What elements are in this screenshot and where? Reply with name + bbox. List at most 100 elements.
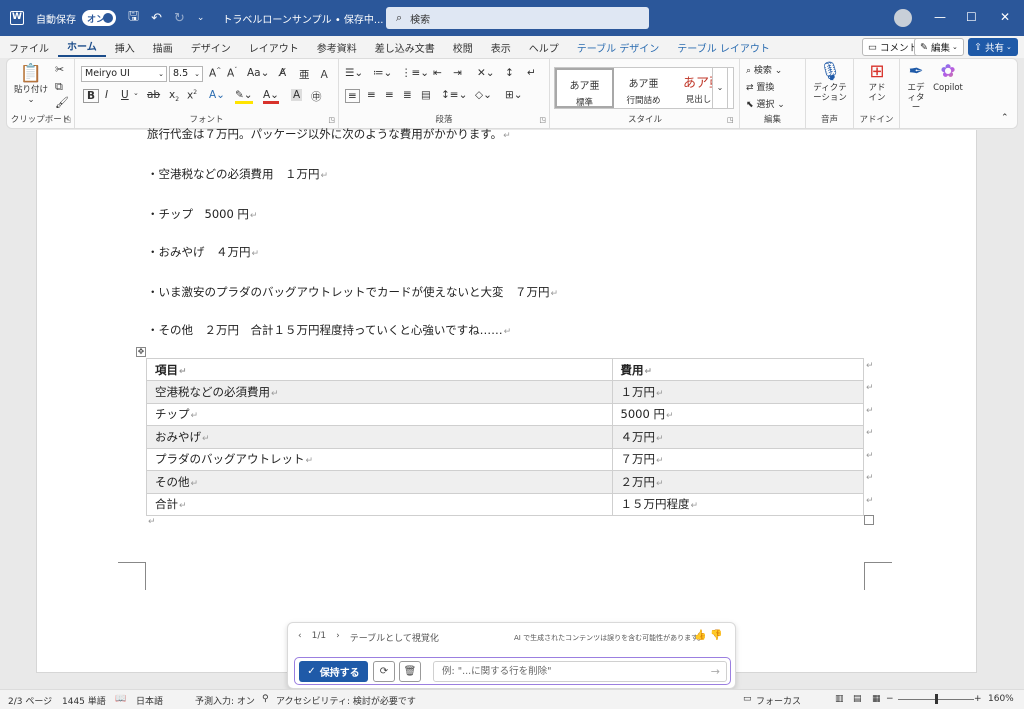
superscript-button[interactable]: x2 xyxy=(187,89,197,102)
shrink-font-icon[interactable]: Aˇ xyxy=(227,67,237,80)
highlight-icon[interactable]: ✎⌄ xyxy=(235,89,253,104)
table-resize-handle[interactable] xyxy=(864,515,874,525)
clear-formatting-icon[interactable]: A̸ xyxy=(279,67,286,79)
table-cell[interactable]: ４万円↵ xyxy=(611,425,865,449)
tab-insert[interactable]: 挿入 xyxy=(106,40,144,55)
strikethrough-button[interactable]: ab xyxy=(147,89,160,101)
font-name-select[interactable]: Meiryo UI ⌄ xyxy=(81,66,167,82)
editor-button[interactable]: ✒ エディター xyxy=(902,61,930,113)
tab-references[interactable]: 参考資料 xyxy=(308,40,366,55)
delete-icon[interactable]: 🗑 xyxy=(399,661,421,682)
web-layout-icon[interactable]: ▦ xyxy=(872,694,881,704)
tab-help[interactable]: ヘルプ xyxy=(520,40,568,55)
change-case-icon[interactable]: Aa⌄ xyxy=(247,67,269,79)
thumbs-down-icon[interactable]: 👎 xyxy=(710,630,722,641)
language-indicator[interactable]: 日本語 xyxy=(136,694,163,707)
tab-view[interactable]: 表示 xyxy=(482,40,520,55)
select-button[interactable]: ⬉ 選択 ⌄ xyxy=(746,97,785,110)
show-marks-icon[interactable]: ↵ xyxy=(527,67,536,79)
find-button[interactable]: ⌕ 検索 ⌄ xyxy=(746,63,782,76)
edit-mode-button[interactable]: ✎ 編集 ⌄ xyxy=(914,38,964,56)
numbering-icon[interactable]: ≔⌄ xyxy=(373,67,392,79)
paragraph-5[interactable]: ・いま激安のプラダのバッグアウトレットでカードが使えないと大変 ７万円↵ xyxy=(147,284,558,300)
bullets-icon[interactable]: ☰⌄ xyxy=(345,67,363,79)
increase-indent-icon[interactable]: ⇥ xyxy=(453,67,462,79)
send-icon[interactable]: → xyxy=(711,662,720,681)
cut-icon[interactable]: ✂ xyxy=(55,63,64,76)
style-normal[interactable]: あア亜 標準 xyxy=(555,68,614,108)
table-cell[interactable]: おみやげ↵ xyxy=(146,425,613,449)
next-icon[interactable]: › xyxy=(336,631,340,644)
tab-table-layout[interactable]: テーブル レイアウト xyxy=(668,40,779,55)
font-launcher-icon[interactable]: ◳ xyxy=(328,116,335,124)
format-painter-icon[interactable]: 🖌 xyxy=(55,96,69,109)
font-color-icon[interactable]: A⌄ xyxy=(263,89,279,104)
zoom-slider-thumb[interactable] xyxy=(935,694,938,704)
document-title[interactable]: トラベルローンサンプル • 保存中... ⌄ xyxy=(222,11,395,26)
table-cell[interactable]: その他↵ xyxy=(146,470,613,494)
paragraph-launcher-icon[interactable]: ◳ xyxy=(539,116,546,124)
close-icon[interactable]: ✕ xyxy=(1000,10,1010,24)
style-no-spacing[interactable]: あア亜 行間詰め xyxy=(614,68,673,108)
paragraph-6[interactable]: ・その他 ２万円 合計１５万円程度持っていくと心強いですね……↵ xyxy=(147,322,511,338)
paste-button[interactable]: 📋 貼り付け ⌄ xyxy=(13,63,49,105)
tab-table-design[interactable]: テーブル デザイン xyxy=(568,40,669,55)
table-cell[interactable]: 合計↵ xyxy=(146,492,613,516)
decrease-indent-icon[interactable]: ⇤ xyxy=(433,67,442,79)
keep-button[interactable]: ✓ 保持する xyxy=(299,661,368,682)
borders-icon[interactable]: ⊞⌄ xyxy=(505,89,523,101)
zoom-out-icon[interactable]: − xyxy=(886,694,894,704)
accessibility-icon[interactable]: ⚲ xyxy=(262,694,269,704)
replace-button[interactable]: ⇄ 置換 xyxy=(746,80,774,93)
character-shading-icon[interactable]: A xyxy=(291,89,303,101)
justify-button[interactable]: ≣ xyxy=(403,89,412,101)
focus-icon[interactable]: ▭ xyxy=(743,694,752,704)
table-cell[interactable]: プラダのバッグアウトレット↵ xyxy=(146,447,613,471)
styles-more-icon[interactable]: ⌄ xyxy=(712,67,728,109)
underline-dropdown-icon[interactable]: ⌄ xyxy=(133,89,139,97)
regenerate-icon[interactable]: ⟳ xyxy=(373,661,395,682)
clipboard-launcher-icon[interactable]: ◳ xyxy=(64,116,71,124)
account-avatar[interactable] xyxy=(894,9,912,27)
table-move-handle-icon[interactable]: ✥ xyxy=(136,347,146,357)
table-cell[interactable]: １万円↵ xyxy=(611,380,865,404)
text-prediction[interactable]: 予測入力: オン xyxy=(195,694,255,707)
align-left-button[interactable]: ≡ xyxy=(345,89,360,103)
grow-font-icon[interactable]: A^ xyxy=(209,67,221,80)
tab-layout[interactable]: レイアウト xyxy=(240,40,308,55)
minimize-icon[interactable]: — xyxy=(934,10,946,24)
phonetic-guide-icon[interactable]: 亜 xyxy=(299,67,310,82)
table-cell[interactable]: １５万円程度↵ xyxy=(611,492,865,516)
underline-button[interactable]: U xyxy=(121,89,129,101)
thumbs-up-icon[interactable]: 👍 xyxy=(694,630,706,641)
save-icon[interactable]: 🖫 xyxy=(128,7,139,29)
table-cell[interactable]: ２万円↵ xyxy=(611,470,865,494)
copilot-button[interactable]: ✿ Copilot xyxy=(929,61,967,93)
subscript-button[interactable]: x2 xyxy=(169,89,179,103)
table-header-cell[interactable]: 項目↵ xyxy=(146,358,613,381)
copy-icon[interactable]: ⧉ xyxy=(55,80,63,94)
shading-icon[interactable]: ◇⌄ xyxy=(475,89,492,101)
redo-icon[interactable]: ↻ xyxy=(174,11,185,26)
table-cell[interactable]: ７万円↵ xyxy=(611,447,865,471)
paragraph-2[interactable]: ・空港税などの必須費用 １万円↵ xyxy=(147,166,328,182)
table-cell[interactable]: 5000 円↵ xyxy=(611,402,865,426)
sort-icon[interactable]: ↕ xyxy=(505,67,514,79)
tab-review[interactable]: 校閲 xyxy=(444,40,482,55)
multilevel-list-icon[interactable]: ⋮≡⌄ xyxy=(401,67,429,79)
table-header-cell[interactable]: 費用↵ xyxy=(611,358,865,381)
paragraph-4[interactable]: ・おみやげ ４万円↵ xyxy=(147,244,259,260)
paragraph-1[interactable]: 旅行代金は７万円。パッケージ以外に次のような費用がかかります。↵ xyxy=(147,126,511,142)
table-cell[interactable]: チップ↵ xyxy=(146,402,613,426)
align-center-button[interactable]: ≡ xyxy=(367,89,376,101)
tab-design[interactable]: デザイン xyxy=(182,40,240,55)
customize-qat-icon[interactable]: ⌄ xyxy=(197,13,205,23)
font-size-select[interactable]: 8.5 ⌄ xyxy=(169,66,203,82)
page-indicator[interactable]: 2/3 ページ xyxy=(8,694,52,707)
distributed-button[interactable]: ▤ xyxy=(421,89,431,101)
text-effects-icon[interactable]: A⌄ xyxy=(209,89,225,101)
tab-mailings[interactable]: 差し込み文書 xyxy=(366,40,444,55)
styles-launcher-icon[interactable]: ◳ xyxy=(727,116,734,124)
asian-layout-icon[interactable]: ✕⌄ xyxy=(477,67,495,79)
undo-icon[interactable]: ↶ xyxy=(151,11,162,26)
